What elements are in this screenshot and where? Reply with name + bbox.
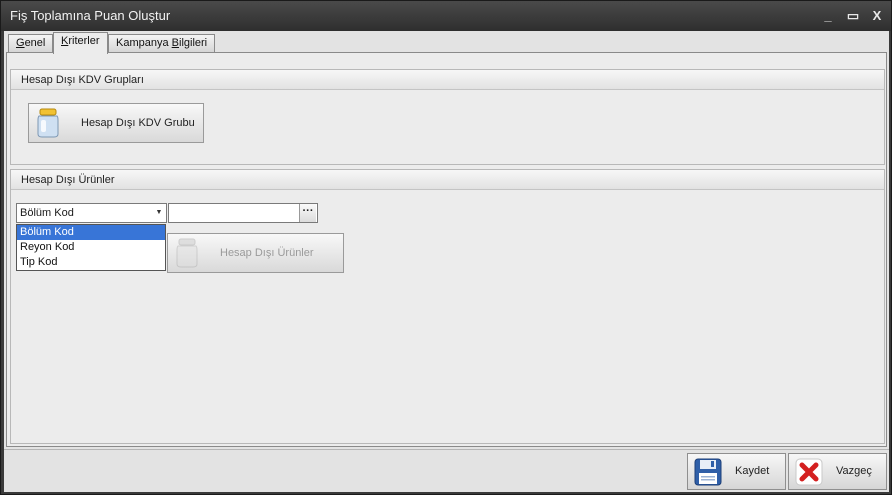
main-window: Fiş Toplamına Puan Oluştur _ ▭ X Genel K…	[0, 0, 892, 495]
cancel-x-icon	[795, 458, 823, 486]
tab-kriterler[interactable]: Kriterler	[53, 32, 108, 54]
save-button-label: Kaydet	[735, 465, 770, 477]
kdv-group-button-label: Hesap Dışı KDV Grubu	[81, 117, 195, 129]
code-lookup-field[interactable]: ···	[168, 203, 318, 223]
kdv-group-button[interactable]: Hesap Dışı KDV Grubu	[28, 103, 204, 143]
cancel-button[interactable]: Vazgeç	[788, 453, 887, 490]
group-kdv-header: Hesap Dışı KDV Grupları	[11, 70, 884, 90]
footer-bar: Kaydet Vazgeç	[4, 449, 889, 492]
dropdown-option[interactable]: Tip Kod	[17, 255, 165, 270]
cancel-button-label: Vazgeç	[836, 465, 872, 477]
window-title: Fiş Toplamına Puan Oluştur	[10, 8, 171, 23]
tab-genel[interactable]: Genel	[8, 34, 54, 53]
code-type-combo[interactable]: Bölüm Kod ▼	[16, 203, 167, 223]
tab-strip: Genel Kriterler Kampanya Bilgileri	[4, 31, 889, 54]
code-type-dropdown: Bölüm Kod Reyon Kod Tip Kod	[16, 224, 166, 271]
floppy-disk-icon	[694, 458, 722, 486]
group-products-header: Hesap Dışı Ürünler	[11, 170, 884, 190]
dropdown-option[interactable]: Bölüm Kod	[17, 225, 165, 240]
group-kdv: Hesap Dışı KDV Grupları Hesap Dışı KDV G…	[10, 69, 885, 165]
tab-kampanya-bilgileri[interactable]: Kampanya Bilgileri	[108, 34, 216, 53]
dropdown-option[interactable]: Reyon Kod	[17, 240, 165, 255]
tab-page-kriterler: Hesap Dışı KDV Grupları Hesap Dışı KDV G…	[6, 52, 887, 447]
chevron-down-icon[interactable]: ▼	[154, 204, 164, 222]
products-button-label: Hesap Dışı Ürünler	[220, 247, 314, 259]
ellipsis-button[interactable]: ···	[299, 204, 316, 222]
group-products: Hesap Dışı Ürünler Bölüm Kod ▼ ··· Hesap…	[10, 169, 885, 444]
close-button[interactable]: X	[868, 7, 886, 25]
jar-icon	[176, 238, 198, 268]
save-button[interactable]: Kaydet	[687, 453, 786, 490]
products-button[interactable]: Hesap Dışı Ürünler	[167, 233, 344, 273]
code-type-combo-value: Bölüm Kod	[20, 207, 74, 219]
title-bar[interactable]: Fiş Toplamına Puan Oluştur _ ▭ X	[1, 1, 891, 31]
client-area: Genel Kriterler Kampanya Bilgileri Hesap…	[4, 31, 889, 492]
jar-icon	[37, 108, 59, 138]
minimize-button[interactable]: _	[819, 7, 837, 25]
maximize-button[interactable]: ▭	[844, 7, 862, 25]
